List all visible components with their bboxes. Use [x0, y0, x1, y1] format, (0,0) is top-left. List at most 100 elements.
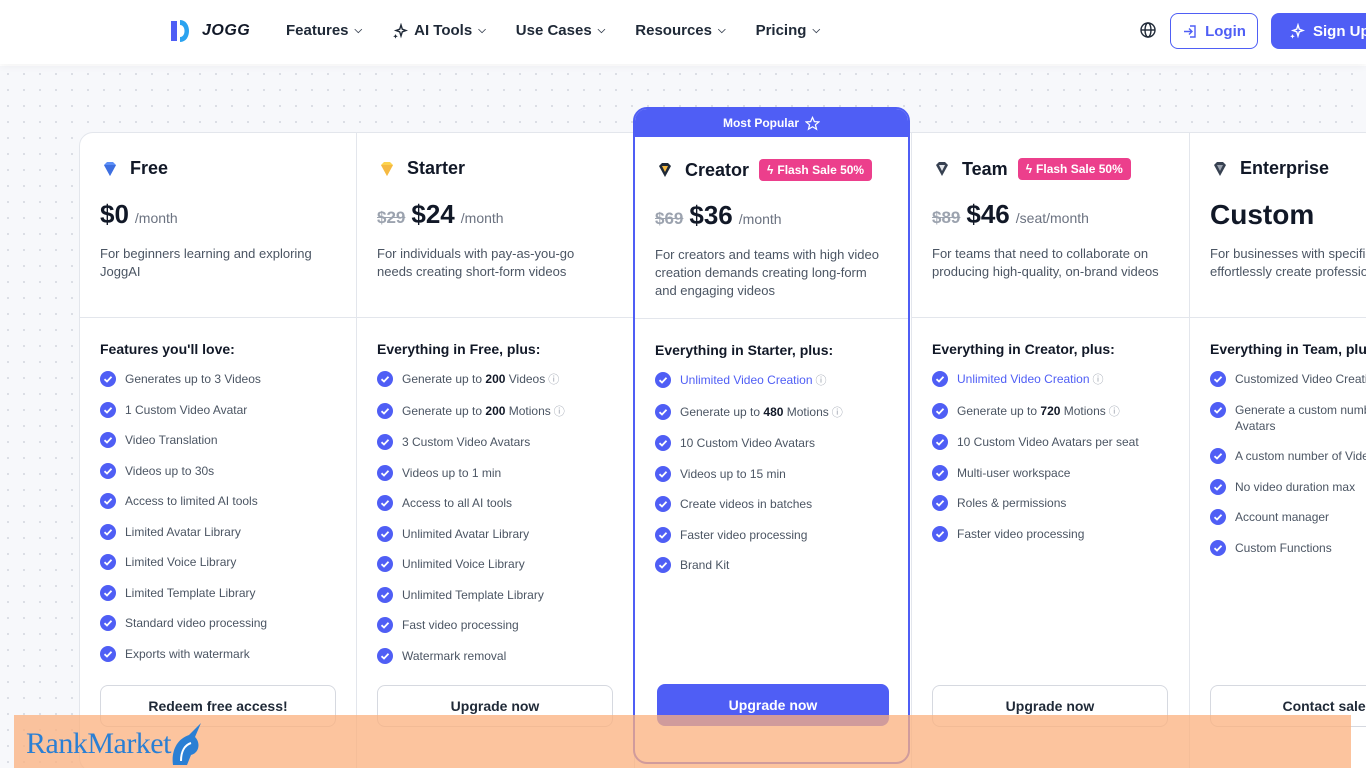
- check-circle-icon: [100, 584, 116, 601]
- feature-list: Unlimited Video Creation ⓘ Generate up to…: [932, 371, 1139, 556]
- feature-item: Limited Template Library: [100, 584, 267, 601]
- signup-button[interactable]: Sign Up: [1271, 13, 1366, 49]
- diamond-icon: [1214, 161, 1226, 176]
- sparkle-icon: [1290, 23, 1305, 39]
- plan-description: For businesses with specific needs to ef…: [1210, 246, 1366, 279]
- plan-header: Enterprise: [1210, 158, 1329, 179]
- feature-item: Video Translation: [100, 432, 267, 448]
- menu-pricing[interactable]: Pricing ⌵: [756, 22, 820, 39]
- globe-icon[interactable]: [1139, 21, 1157, 39]
- feature-text: Standard video processing: [125, 616, 268, 630]
- chevron-down-icon: ⌵: [717, 25, 726, 36]
- login-label: Login: [1205, 22, 1246, 40]
- lightning-icon: ϟ: [767, 163, 774, 177]
- feature-item: Brand Kit: [655, 557, 843, 573]
- watermark-bar: RankMarket: [14, 715, 1351, 768]
- plan-free: Free $0 /month For beginners learning an…: [80, 133, 356, 768]
- check-circle-icon: [932, 402, 948, 419]
- feature-item: 10 Custom Video Avatars per seat: [932, 434, 1139, 450]
- features-title: Everything in Free, plus:: [377, 341, 541, 357]
- login-button[interactable]: Login: [1170, 13, 1258, 49]
- check-circle-icon: [377, 617, 393, 633]
- feature-list: Generate up to 200 Videos ⓘ Generate up t…: [377, 371, 565, 678]
- info-icon[interactable]: ⓘ: [1109, 406, 1120, 418]
- feature-item: Faster video processing: [655, 526, 843, 543]
- feature-item: Generate up to 200 Motions ⓘ: [377, 402, 565, 420]
- check-circle-icon: [655, 496, 671, 512]
- feature-text: Generate up to 480 Motions ⓘ: [680, 404, 843, 419]
- check-circle-icon: [100, 462, 116, 479]
- feature-item: 1 Custom Video Avatar: [100, 401, 267, 418]
- unicorn-icon: [172, 723, 201, 765]
- check-circle-icon: [1210, 478, 1226, 495]
- feature-text: 3 Custom Video Avatars: [402, 435, 531, 449]
- feature-list: Customized Video Creation Generate a cus…: [1210, 371, 1366, 570]
- diamond-icon: [659, 163, 671, 177]
- feature-item: Generate up to 720 Motions ⓘ: [932, 402, 1139, 420]
- check-circle-icon: [1210, 539, 1226, 556]
- feature-text: Limited Voice Library: [125, 555, 237, 569]
- divider: [912, 317, 1189, 318]
- info-icon[interactable]: ⓘ: [554, 406, 565, 418]
- watermark-logo: RankMarket: [26, 721, 207, 767]
- feature-item: Generate a custom number of Video Avatar…: [1210, 401, 1366, 434]
- feature-item: Access to all AI tools: [377, 495, 565, 511]
- menu-ai-tools[interactable]: AI Tools ⌵: [392, 22, 486, 39]
- check-circle-icon: [377, 434, 393, 450]
- feature-item: A custom number of Videos: [1210, 448, 1366, 464]
- price-row: Custom: [1210, 199, 1314, 231]
- menu-features[interactable]: Features ⌵: [286, 22, 362, 39]
- menu-resources[interactable]: Resources ⌵: [635, 22, 725, 39]
- feature-item: Standard video processing: [100, 615, 267, 631]
- old-price: $89: [932, 208, 961, 227]
- plan-enterprise: Enterprise Custom For businesses with sp…: [1189, 133, 1366, 768]
- price-row: $0 /month: [100, 199, 178, 230]
- feature-text: Generates up to 3 Videos: [125, 372, 261, 386]
- login-icon: [1184, 24, 1196, 38]
- feature-item: Limited Voice Library: [100, 554, 267, 570]
- plan-description: For creators and teams with high video c…: [655, 247, 879, 298]
- feature-item: Generates up to 3 Videos: [100, 371, 267, 387]
- info-icon[interactable]: ⓘ: [832, 407, 843, 419]
- plan-team: Team ϟ Flash Sale 50% $89 $46 /seat/month…: [911, 133, 1189, 768]
- feature-item: Exports with watermark: [100, 645, 267, 662]
- feature-item: Unlimited Video Creation ⓘ: [655, 372, 843, 389]
- feature-list: Unlimited Video Creation ⓘ Generate up to…: [655, 372, 843, 588]
- feature-text: Unlimited Video Creation ⓘ: [680, 373, 827, 387]
- watermark-text: RankMarket: [26, 727, 171, 760]
- jogg-logo[interactable]: JOGG: [168, 17, 250, 45]
- feature-text: Exports with watermark: [125, 646, 250, 661]
- feature-text: Create videos in batches: [680, 497, 813, 511]
- feature-text: Access to limited AI tools: [125, 494, 258, 508]
- check-circle-icon: [100, 371, 116, 387]
- feature-text: Access to all AI tools: [402, 496, 513, 510]
- feature-item: Create videos in batches: [655, 496, 843, 512]
- feature-item: Access to limited AI tools: [100, 493, 267, 509]
- check-circle-icon: [377, 556, 393, 572]
- feature-text: Generate up to 200 Videos ⓘ: [402, 372, 560, 386]
- feature-item: Fast video processing: [377, 617, 565, 633]
- plan-header: Creator ϟ Flash Sale 50%: [655, 159, 873, 181]
- feature-item: Customized Video Creation: [1210, 371, 1366, 387]
- price-row: $69 $36 /month: [655, 200, 782, 231]
- check-circle-icon: [932, 434, 948, 450]
- info-icon[interactable]: ⓘ: [548, 374, 559, 386]
- check-circle-icon: [1210, 509, 1226, 525]
- info-icon[interactable]: ⓘ: [816, 375, 827, 387]
- feature-item: Roles & permissions: [932, 495, 1139, 511]
- divider: [1190, 317, 1366, 318]
- plan-creator: Most Popular Creator ϟ Flash Sale 50% $69…: [633, 107, 910, 764]
- diamond-icon: [936, 162, 948, 176]
- check-circle-icon: [1210, 401, 1226, 418]
- chevron-down-icon: ⌵: [478, 25, 486, 36]
- old-price: $69: [655, 209, 684, 228]
- check-circle-icon: [377, 525, 393, 542]
- feature-text: Customized Video Creation: [1235, 372, 1366, 386]
- check-circle-icon: [655, 435, 671, 451]
- price-row: $89 $46 /seat/month: [932, 199, 1089, 230]
- menu-use-cases[interactable]: Use Cases ⌵: [516, 22, 605, 39]
- feature-item: Unlimited Template Library: [377, 586, 565, 603]
- info-icon[interactable]: ⓘ: [1093, 374, 1104, 386]
- features-title: Everything in Creator, plus:: [932, 341, 1115, 357]
- star-icon: [805, 115, 820, 131]
